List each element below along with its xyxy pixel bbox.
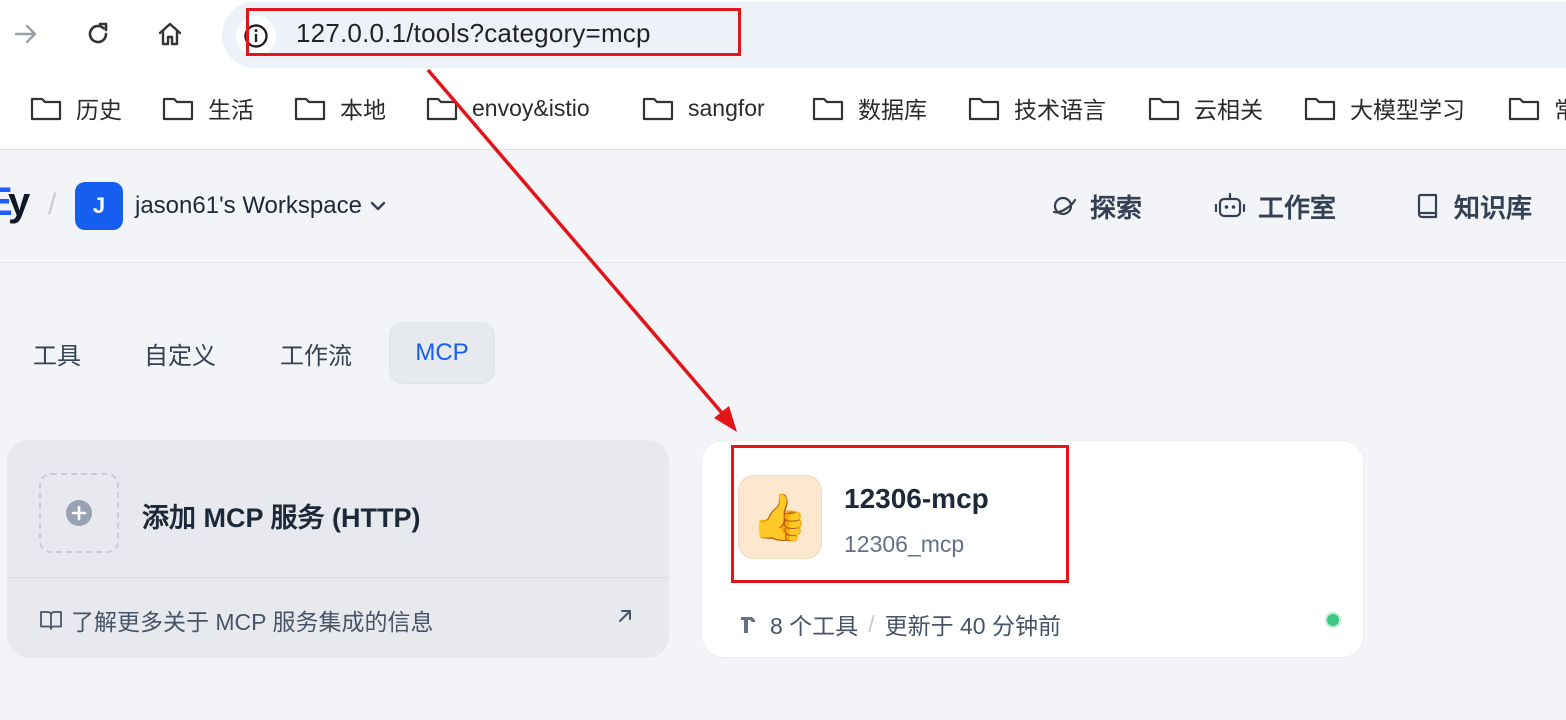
folder-icon bbox=[294, 97, 326, 121]
workspace-name: jason61's Workspace bbox=[135, 192, 362, 219]
bookmark-label: envoy&istio bbox=[472, 94, 590, 121]
bookmark-label: 大模型学习 bbox=[1350, 97, 1465, 123]
workspace-avatar[interactable]: J bbox=[75, 182, 123, 230]
status-indicator bbox=[1325, 612, 1341, 628]
learn-more-link[interactable]: 了解更多关于 MCP 服务集成的信息 bbox=[39, 603, 433, 637]
bookmark-label: 本地 bbox=[340, 97, 386, 123]
reload-button[interactable] bbox=[78, 14, 118, 54]
workspace-switcher[interactable]: jason61's Workspace bbox=[135, 192, 388, 220]
add-button[interactable] bbox=[39, 473, 119, 553]
folder-icon bbox=[1148, 97, 1180, 121]
bookmark-label: 技术语言 bbox=[1014, 97, 1106, 123]
add-mcp-title: 添加 MCP 服务 (HTTP) bbox=[142, 503, 421, 533]
bookmark-label: 云相关 bbox=[1194, 97, 1263, 123]
reload-icon bbox=[88, 22, 108, 44]
forward-button[interactable] bbox=[6, 14, 46, 54]
app-logo[interactable]: Ey bbox=[0, 180, 30, 225]
tab-workflow[interactable]: 工作流 bbox=[262, 322, 370, 384]
bookmark-folder[interactable]: envoy&istio bbox=[426, 86, 590, 130]
folder-icon bbox=[642, 97, 674, 121]
bookmark-label: 生活 bbox=[208, 97, 254, 123]
hammer-icon bbox=[741, 617, 755, 633]
nav-label: 探索 bbox=[1090, 192, 1143, 223]
nav-label: 知识库 bbox=[1454, 192, 1533, 223]
home-icon bbox=[158, 22, 182, 46]
home-button[interactable] bbox=[150, 14, 190, 54]
planet-icon bbox=[1052, 196, 1077, 216]
tab-mcp[interactable]: MCP bbox=[389, 322, 495, 384]
bookmark-folder[interactable]: 技术语言 bbox=[968, 86, 1106, 130]
folder-icon bbox=[1508, 97, 1540, 121]
bookmark-folder[interactable]: 常 bbox=[1508, 86, 1566, 130]
folder-icon bbox=[30, 97, 62, 121]
nav-knowledge[interactable]: 知识库 bbox=[1414, 186, 1532, 226]
logo-accent: E bbox=[0, 180, 13, 225]
annotation-box-mcp bbox=[731, 445, 1069, 583]
tools-count: 8 个工具 bbox=[770, 613, 859, 639]
mcp-service-meta: 8 个工具 / 更新于 40 分钟前 bbox=[738, 607, 1061, 641]
bookmark-label: 常 bbox=[1554, 97, 1566, 123]
bookmark-folder[interactable]: 数据库 bbox=[812, 86, 927, 130]
book-open-icon bbox=[40, 611, 62, 630]
bookmark-folder[interactable]: 生活 bbox=[162, 86, 254, 130]
bookmark-folder[interactable]: sangfor bbox=[642, 86, 765, 130]
external-arrow-icon[interactable] bbox=[615, 606, 635, 626]
bookmark-label: 历史 bbox=[76, 97, 122, 123]
nav-studio[interactable]: 工作室 bbox=[1214, 186, 1336, 226]
nav-label: 工作室 bbox=[1258, 192, 1337, 223]
bookmark-label: sangfor bbox=[688, 94, 765, 121]
folder-icon bbox=[1304, 97, 1336, 121]
meta-separator: / bbox=[868, 610, 875, 637]
chevron-down-icon bbox=[370, 201, 386, 211]
tab-custom[interactable]: 自定义 bbox=[128, 322, 232, 384]
arrow-right-icon bbox=[14, 24, 37, 44]
folder-icon bbox=[426, 97, 458, 121]
browser-chrome: 127.0.0.1/tools?category=mcp 历史 生活 本地 en… bbox=[0, 0, 1566, 150]
folder-icon bbox=[162, 97, 194, 121]
divider bbox=[7, 577, 669, 578]
folder-icon bbox=[968, 97, 1000, 121]
bookmark-folder[interactable]: 大模型学习 bbox=[1304, 86, 1465, 130]
bookmark-folder[interactable]: 本地 bbox=[294, 86, 386, 130]
updated-time: 更新于 40 分钟前 bbox=[884, 613, 1061, 639]
tab-tools[interactable]: 工具 bbox=[18, 322, 96, 384]
add-mcp-card[interactable]: 添加 MCP 服务 (HTTP) 了解更多关于 MCP 服务集成的信息 bbox=[7, 440, 669, 658]
book-icon bbox=[1417, 193, 1438, 219]
bookmarks-bar: 历史 生活 本地 envoy&istio sangfor 数据库 技术语言 云相… bbox=[0, 86, 1566, 130]
bookmark-folder[interactable]: 云相关 bbox=[1148, 86, 1263, 130]
learn-more-label: 了解更多关于 MCP 服务集成的信息 bbox=[71, 609, 434, 635]
annotation-box-url bbox=[246, 8, 741, 56]
breadcrumb-separator: / bbox=[48, 188, 57, 221]
bookmark-folder[interactable]: 历史 bbox=[30, 86, 122, 130]
plus-circle-icon bbox=[66, 500, 92, 526]
nav-explore[interactable]: 探索 bbox=[1050, 186, 1142, 226]
bookmark-label: 数据库 bbox=[858, 97, 927, 123]
robot-icon bbox=[1214, 192, 1246, 218]
folder-icon bbox=[812, 97, 844, 121]
